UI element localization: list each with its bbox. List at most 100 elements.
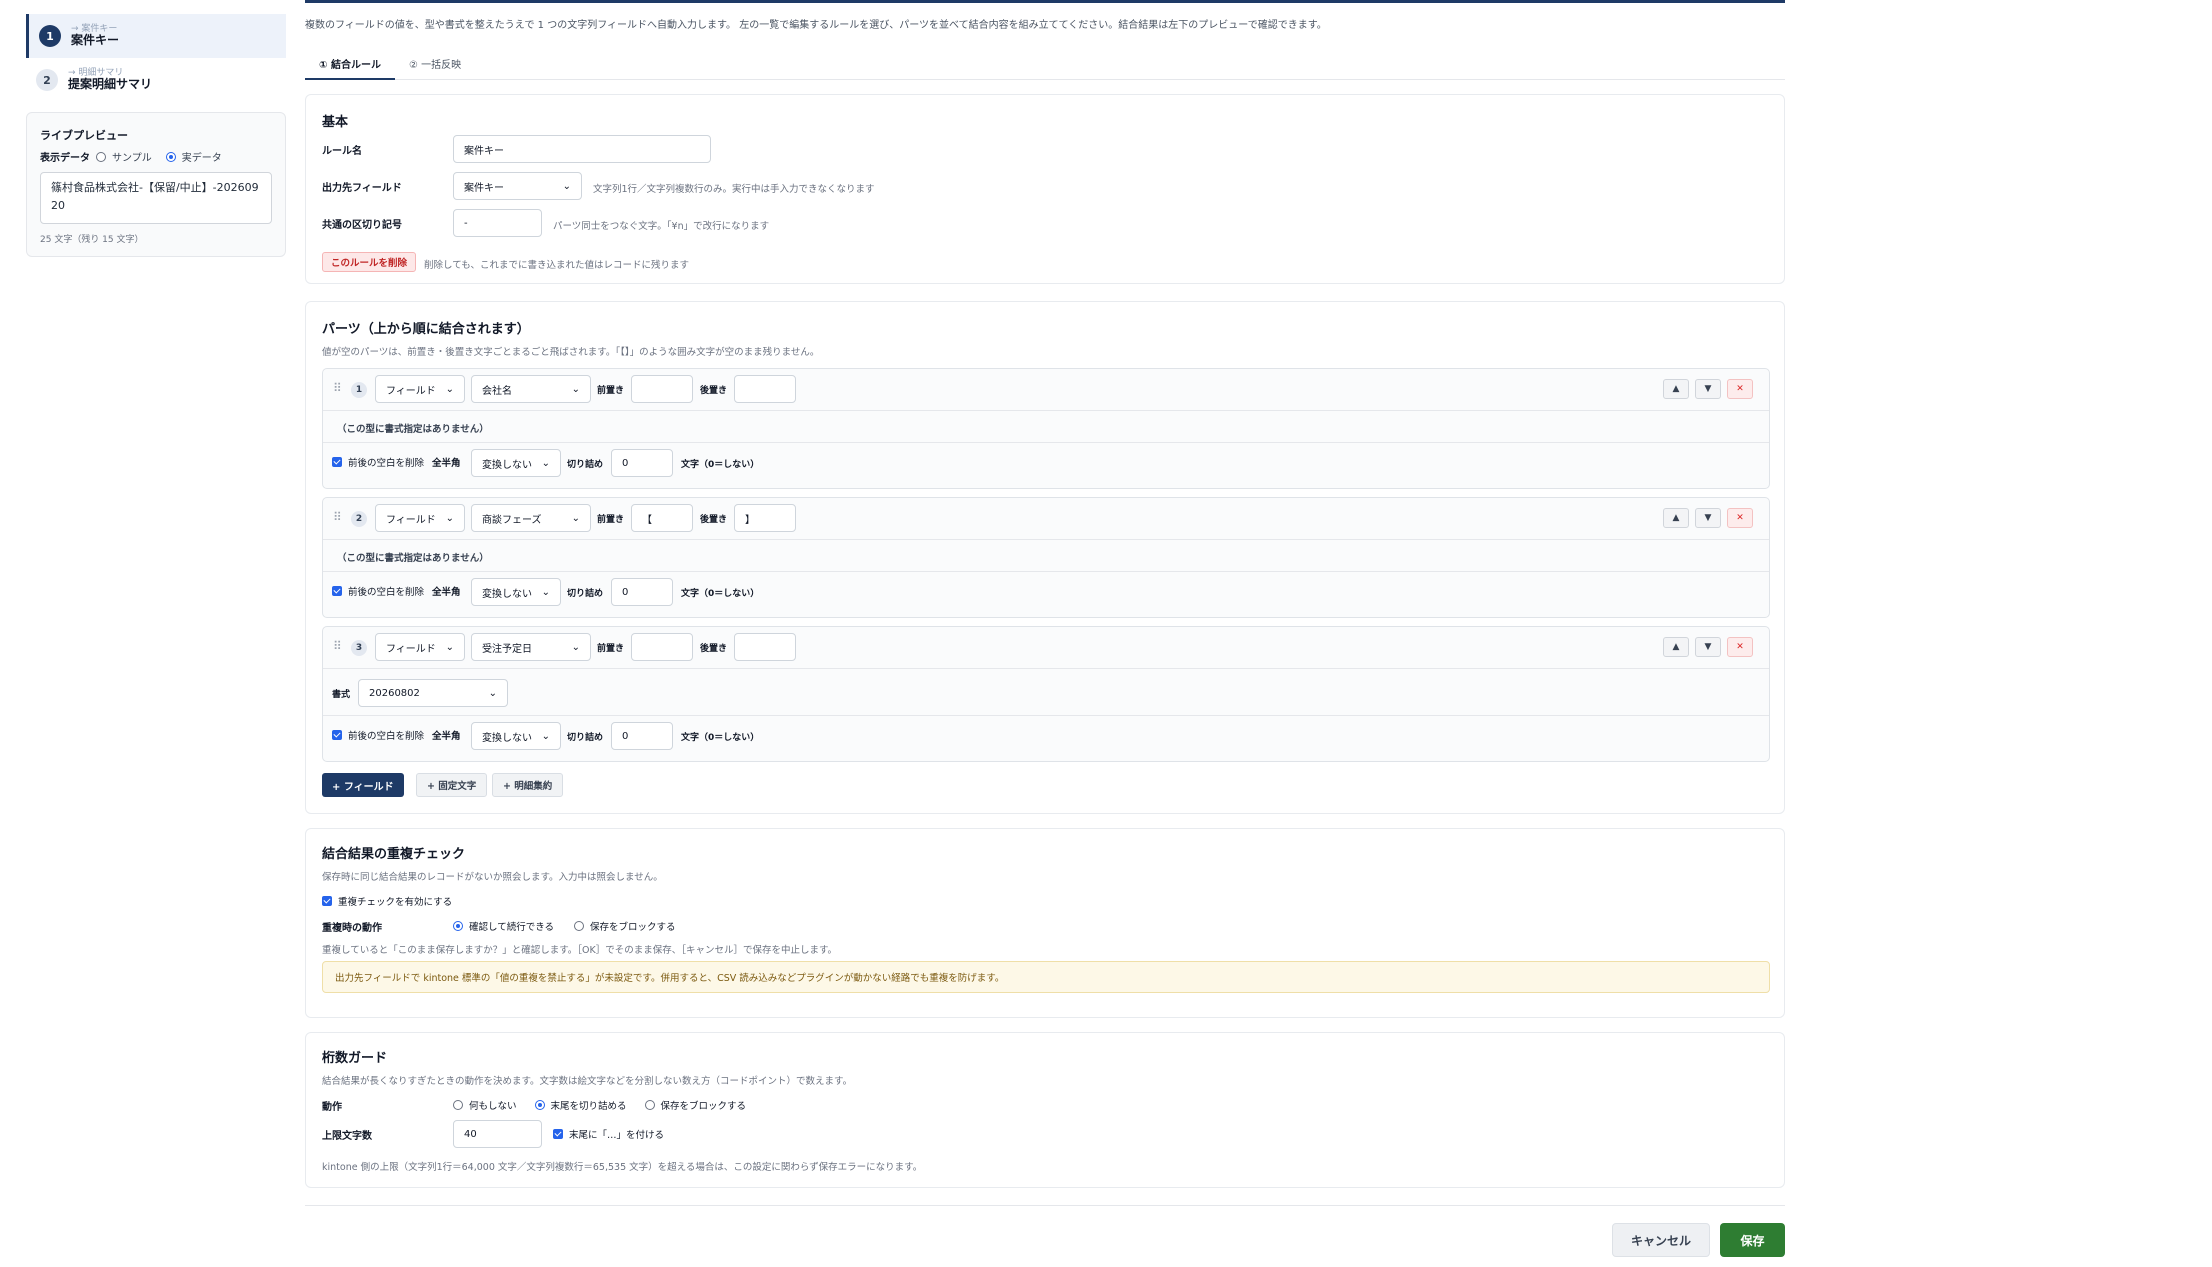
part-field-value: 受注予定日 — [482, 643, 532, 655]
output-field-value: 案件キー — [464, 182, 504, 194]
rule-item-1[interactable]: 1 → 案件キー 案件キー — [26, 14, 286, 58]
no-format-note: （この型に書式指定はありません） — [337, 553, 489, 564]
dup-enable-label: 重複チェックを有効にする — [338, 897, 453, 908]
add-detail-button[interactable]: + 明細集約 — [492, 773, 564, 797]
rule-number: 2 — [36, 69, 58, 91]
move-up-button[interactable]: ▲ — [1663, 379, 1689, 399]
radio-dup-block[interactable] — [574, 921, 585, 931]
part-type-select[interactable]: フィールド ⌄ — [375, 633, 465, 661]
drag-handle-icon[interactable]: ⠿ — [333, 381, 342, 395]
delete-rule-hint: 削除しても、これまでに書き込まれた値はレコードに残ります — [424, 260, 689, 271]
rule-item-2[interactable]: 2 → 明細サマリ 提案明細サマリ — [26, 58, 286, 102]
part-type-select[interactable]: フィールド ⌄ — [375, 504, 465, 532]
trim-checkbox[interactable] — [332, 457, 342, 467]
radio-real[interactable] — [165, 151, 176, 162]
tab-bar: ① 結合ルール ② 一括反映 — [305, 50, 1785, 80]
cancel-button[interactable]: キャンセル — [1612, 1223, 1710, 1257]
part-field-select[interactable]: 会社名 ⌄ — [471, 375, 591, 403]
chevron-down-icon: ⌄ — [562, 180, 571, 192]
add-field-button[interactable]: + フィールド — [322, 773, 404, 797]
dup-action-options: 確認して続行できる 保存をブロックする — [453, 919, 676, 933]
dup-enable-checkbox[interactable] — [322, 896, 332, 906]
prefix-label: 前置き — [597, 644, 625, 654]
format-select[interactable]: 20260802 ⌄ — [358, 679, 508, 707]
output-field-select[interactable]: 案件キー ⌄ — [453, 172, 582, 200]
dup-enable-row: 重複チェックを有効にする — [322, 894, 452, 908]
separator-hint: パーツ同士をつなぐ文字。「¥n」で改行になります — [553, 221, 770, 232]
add-fixed-text-button[interactable]: + 固定文字 — [416, 773, 488, 797]
tab-merge-rules[interactable]: ① 結合ルール — [305, 50, 395, 80]
parts-title: パーツ（上から順に結合されます） — [322, 322, 530, 337]
live-preview-card: ライブプレビュー 表示データ サンプル 実データ 篠村食品株式会社-【保留/中止… — [26, 112, 286, 257]
dup-warning: 出力先フィールドで kintone 標準の「値の重複を禁止する」が未設定です。併… — [322, 961, 1770, 993]
move-down-button[interactable]: ▼ — [1695, 508, 1721, 528]
rule-name-input[interactable]: 案件キー — [453, 135, 711, 163]
chevron-down-icon: ⌄ — [541, 457, 550, 469]
delete-rule-button[interactable]: このルールを削除 — [322, 252, 417, 272]
part-field-select[interactable]: 受注予定日 ⌄ — [471, 633, 591, 661]
cut-unit: 文字（0＝しない） — [681, 589, 760, 599]
width-label: 全半角 — [432, 458, 461, 469]
part-field-value: 商談フェーズ — [482, 514, 542, 526]
width-select[interactable]: 変換しない ⌄ — [471, 449, 561, 477]
delete-part-button[interactable]: ✕ — [1727, 508, 1753, 528]
parts-card: パーツ（上から順に結合されます） 値が空のパーツは、前置き・後置き文字ごとまるご… — [305, 301, 1785, 814]
prefix-label: 前置き — [597, 515, 625, 525]
radio-guard-block-label: 保存をブロックする — [660, 1101, 747, 1112]
format-value: 20260802 — [369, 687, 420, 699]
cut-unit: 文字（0＝しない） — [681, 460, 760, 470]
width-select[interactable]: 変換しない ⌄ — [471, 722, 561, 750]
basic-card: 基本 ルール名 案件キー 出力先フィールド 案件キー ⌄ 文字列1行／文字列複数行… — [305, 94, 1785, 284]
chevron-down-icon: ⌄ — [445, 512, 454, 524]
dup-action-label: 重複時の動作 — [322, 923, 382, 934]
radio-guard-cut[interactable] — [534, 1100, 545, 1110]
move-up-button[interactable]: ▲ — [1663, 508, 1689, 528]
chevron-down-icon: ⌄ — [541, 730, 550, 742]
preview-char-count: 25 文字（残り 15 文字） — [40, 235, 144, 245]
suffix-input[interactable] — [734, 375, 796, 403]
delete-part-button[interactable]: ✕ — [1727, 637, 1753, 657]
radio-guard-none[interactable] — [453, 1100, 463, 1110]
cut-input[interactable]: 0 — [611, 722, 673, 750]
part-field-select[interactable]: 商談フェーズ ⌄ — [471, 504, 591, 532]
drag-handle-icon[interactable]: ⠿ — [333, 510, 342, 524]
move-up-button[interactable]: ▲ — [1663, 637, 1689, 657]
cut-input[interactable]: 0 — [611, 578, 673, 606]
part-options: 前後の空白を削除 全半角 — [332, 455, 461, 469]
move-down-button[interactable]: ▼ — [1695, 637, 1721, 657]
radio-sample[interactable] — [96, 151, 106, 162]
move-down-button[interactable]: ▼ — [1695, 379, 1721, 399]
delete-part-button[interactable]: ✕ — [1727, 379, 1753, 399]
preview-output: 篠村食品株式会社-【保留/中止】-20260920 — [40, 172, 272, 224]
dup-subtitle: 保存時に同じ結合結果のレコードがないか照会します。入力中は照会しません。 — [322, 872, 663, 883]
separator-label: 共通の区切り記号 — [322, 220, 402, 231]
drag-handle-icon[interactable]: ⠿ — [333, 639, 342, 653]
cut-unit: 文字（0＝しない） — [681, 733, 760, 743]
part-options: 前後の空白を削除 全半角 — [332, 728, 461, 742]
radio-dup-confirm-label: 確認して続行できる — [469, 922, 555, 933]
guard-subtitle: 結合結果が長くなりすぎたときの動作を決めます。文字数は絵文字などを分割しない数え… — [322, 1076, 853, 1087]
suffix-label: 後置き — [700, 644, 728, 654]
radio-guard-none-label: 何もしない — [469, 1101, 517, 1112]
part-type-select[interactable]: フィールド ⌄ — [375, 375, 465, 403]
save-button[interactable]: 保存 — [1720, 1223, 1785, 1257]
cut-input[interactable]: 0 — [611, 449, 673, 477]
separator-input[interactable]: - — [453, 209, 542, 237]
ellipsis-checkbox[interactable] — [553, 1129, 563, 1139]
suffix-input[interactable]: 】 — [734, 504, 796, 532]
prefix-input[interactable] — [631, 633, 693, 661]
prefix-input[interactable] — [631, 375, 693, 403]
width-select[interactable]: 変換しない ⌄ — [471, 578, 561, 606]
prefix-input[interactable]: 【 — [631, 504, 693, 532]
cut-label: 切り詰め — [567, 733, 604, 743]
limit-input[interactable]: 40 — [453, 1120, 542, 1148]
length-guard-card: 桁数ガード 結合結果が長くなりすぎたときの動作を決めます。文字数は絵文字などを分… — [305, 1032, 1785, 1188]
trim-checkbox[interactable] — [332, 586, 342, 596]
tab-bulk-apply[interactable]: ② 一括反映 — [395, 50, 475, 80]
suffix-input[interactable] — [734, 633, 796, 661]
radio-dup-confirm[interactable] — [453, 921, 463, 931]
suffix-label: 後置き — [700, 515, 728, 525]
radio-guard-cut-label: 末尾を切り詰める — [550, 1101, 627, 1112]
radio-guard-block[interactable] — [644, 1100, 655, 1110]
trim-checkbox[interactable] — [332, 730, 342, 740]
